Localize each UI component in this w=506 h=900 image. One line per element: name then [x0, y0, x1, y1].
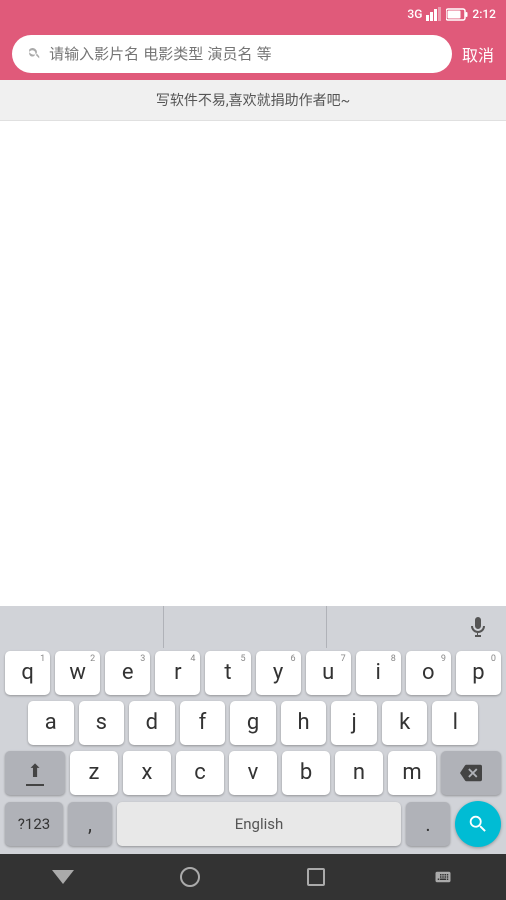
- key-h[interactable]: h: [281, 701, 327, 745]
- hint-text: 写软件不易,喜欢就捐助作者吧~: [156, 93, 350, 109]
- keyboard-segment-1: [0, 606, 164, 648]
- key-j[interactable]: j: [331, 701, 377, 745]
- nav-bar: [0, 854, 506, 900]
- search-input-container[interactable]: [12, 35, 452, 73]
- key-b[interactable]: b: [282, 751, 330, 795]
- signal-indicator: 3G: [407, 7, 422, 21]
- battery-icon: [446, 8, 468, 21]
- search-input[interactable]: [49, 46, 438, 63]
- key-t[interactable]: 5t: [205, 651, 250, 695]
- key-r[interactable]: 4r: [155, 651, 200, 695]
- keyboard: 1q 2w 3e 4r 5t 6y 7u 8i 9o 0p a s d f g …: [0, 606, 506, 854]
- num-switch-key[interactable]: ?123: [5, 802, 63, 846]
- comma-key[interactable]: ,: [68, 802, 112, 846]
- time-display: 2:12: [472, 7, 496, 21]
- keyboard-toolbar: [0, 606, 506, 648]
- key-u[interactable]: 7u: [306, 651, 351, 695]
- status-icons: 3G 2:12: [407, 7, 496, 21]
- key-y[interactable]: 6y: [256, 651, 301, 695]
- keyboard-nav-icon: [431, 868, 455, 886]
- nav-home-button[interactable]: [165, 857, 215, 897]
- recents-icon: [307, 868, 325, 886]
- key-m[interactable]: m: [388, 751, 436, 795]
- back-icon: [52, 870, 74, 884]
- key-p[interactable]: 0p: [456, 651, 501, 695]
- keyboard-segment-3[interactable]: [327, 606, 506, 648]
- key-a[interactable]: a: [28, 701, 74, 745]
- keyboard-row-3: ⬆ z x c v b n m: [0, 748, 506, 798]
- hint-bar: 写软件不易,喜欢就捐助作者吧~: [0, 80, 506, 121]
- nav-back-button[interactable]: [38, 857, 88, 897]
- key-s[interactable]: s: [79, 701, 125, 745]
- space-key[interactable]: English: [117, 802, 401, 846]
- status-bar: 3G 2:12: [0, 0, 506, 28]
- key-q[interactable]: 1q: [5, 651, 50, 695]
- key-c[interactable]: c: [176, 751, 224, 795]
- search-icon: [26, 46, 41, 62]
- nav-keyboard-button[interactable]: [418, 857, 468, 897]
- keyboard-row-2: a s d f g h j k l: [0, 698, 506, 748]
- home-icon: [180, 867, 200, 887]
- mic-icon: [466, 615, 490, 639]
- key-l[interactable]: l: [432, 701, 478, 745]
- content-area: [0, 121, 506, 471]
- key-g[interactable]: g: [230, 701, 276, 745]
- key-v[interactable]: v: [229, 751, 277, 795]
- shift-key[interactable]: ⬆: [5, 751, 65, 795]
- search-enter-icon: [467, 813, 489, 835]
- key-e[interactable]: 3e: [105, 651, 150, 695]
- keyboard-row-1: 1q 2w 3e 4r 5t 6y 7u 8i 9o 0p: [0, 648, 506, 698]
- signal-bars-icon: [426, 7, 442, 21]
- key-k[interactable]: k: [382, 701, 428, 745]
- key-n[interactable]: n: [335, 751, 383, 795]
- search-bar: 取消: [0, 28, 506, 80]
- key-f[interactable]: f: [180, 701, 226, 745]
- nav-recents-button[interactable]: [291, 857, 341, 897]
- key-i[interactable]: 8i: [356, 651, 401, 695]
- period-key[interactable]: .: [406, 802, 450, 846]
- backspace-key[interactable]: [441, 751, 501, 795]
- keyboard-row-4: ?123 , English .: [0, 798, 506, 850]
- key-w[interactable]: 2w: [55, 651, 100, 695]
- keyboard-segment-2: [164, 606, 328, 648]
- keyboard-search-button[interactable]: [455, 801, 501, 847]
- backspace-icon: [460, 762, 482, 784]
- key-d[interactable]: d: [129, 701, 175, 745]
- cancel-button[interactable]: 取消: [462, 42, 494, 66]
- key-o[interactable]: 9o: [406, 651, 451, 695]
- key-z[interactable]: z: [70, 751, 118, 795]
- key-x[interactable]: x: [123, 751, 171, 795]
